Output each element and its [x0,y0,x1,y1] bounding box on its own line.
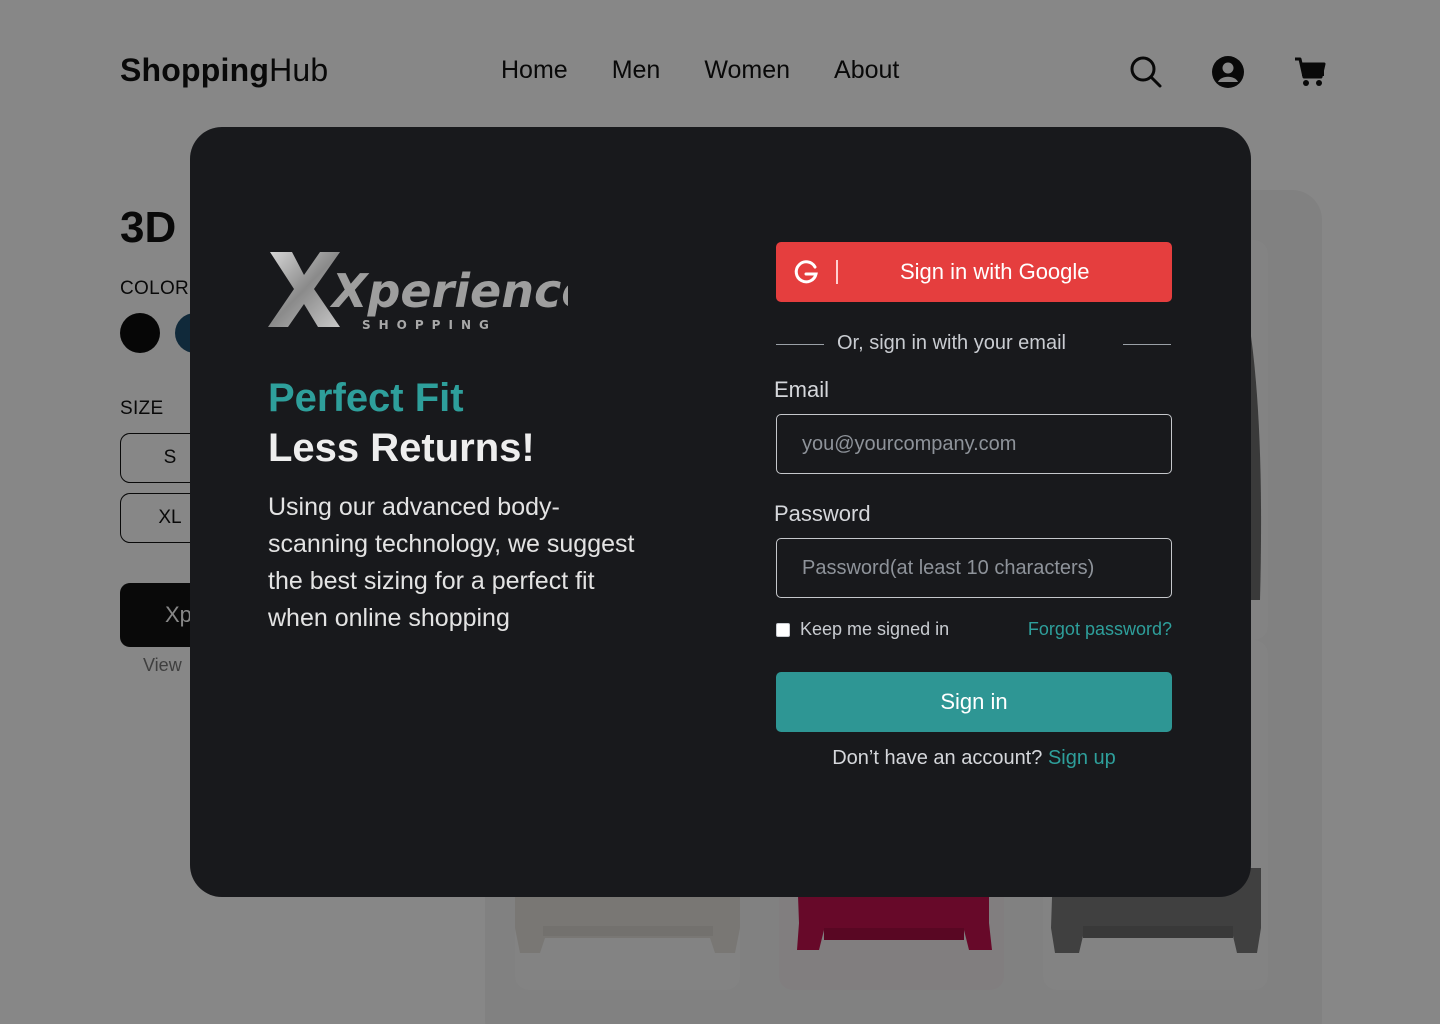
no-account-text: Don’t have an account? [832,747,1043,769]
divider-line [776,344,824,345]
svg-text:Xperience: Xperience [329,264,568,318]
description: Using our advanced body-scanning technol… [268,493,635,632]
google-button-label: Sign in with Google [899,259,1090,284]
sign-in-modal: Xperience SHOPPING Perfect Fit Less Retu… [190,127,1251,897]
or-divider: Or, sign in with your email [776,330,1172,360]
google-sign-in-button[interactable]: Sign in with Google [776,242,1172,302]
divider-line [1123,344,1171,345]
email-label: Email [774,377,830,402]
svg-text:SHOPPING: SHOPPING [362,318,497,332]
xperience-logo: Xperience SHOPPING [268,252,568,332]
forgot-password-link[interactable]: Forgot password? [1028,619,1172,640]
headline-perfect-fit: Perfect Fit [268,376,464,420]
sign-in-button[interactable]: Sign in [776,672,1172,732]
sign-up-row: Don’t have an account? Sign up [776,747,1172,770]
keep-signed-in-label: Keep me signed in [800,619,950,639]
email-field[interactable] [776,414,1172,474]
password-label: Password [774,501,871,526]
google-icon [776,242,836,302]
password-field[interactable] [776,538,1172,598]
keep-signed-in[interactable]: Keep me signed in [776,619,949,640]
sign-up-link[interactable]: Sign up [1048,747,1116,769]
headline: Perfect Fit Less Returns! [268,373,535,473]
or-divider-text: Or, sign in with your email [837,332,1066,354]
keep-signed-in-checkbox[interactable] [776,622,790,637]
headline-less-returns: Less Returns! [268,426,535,470]
